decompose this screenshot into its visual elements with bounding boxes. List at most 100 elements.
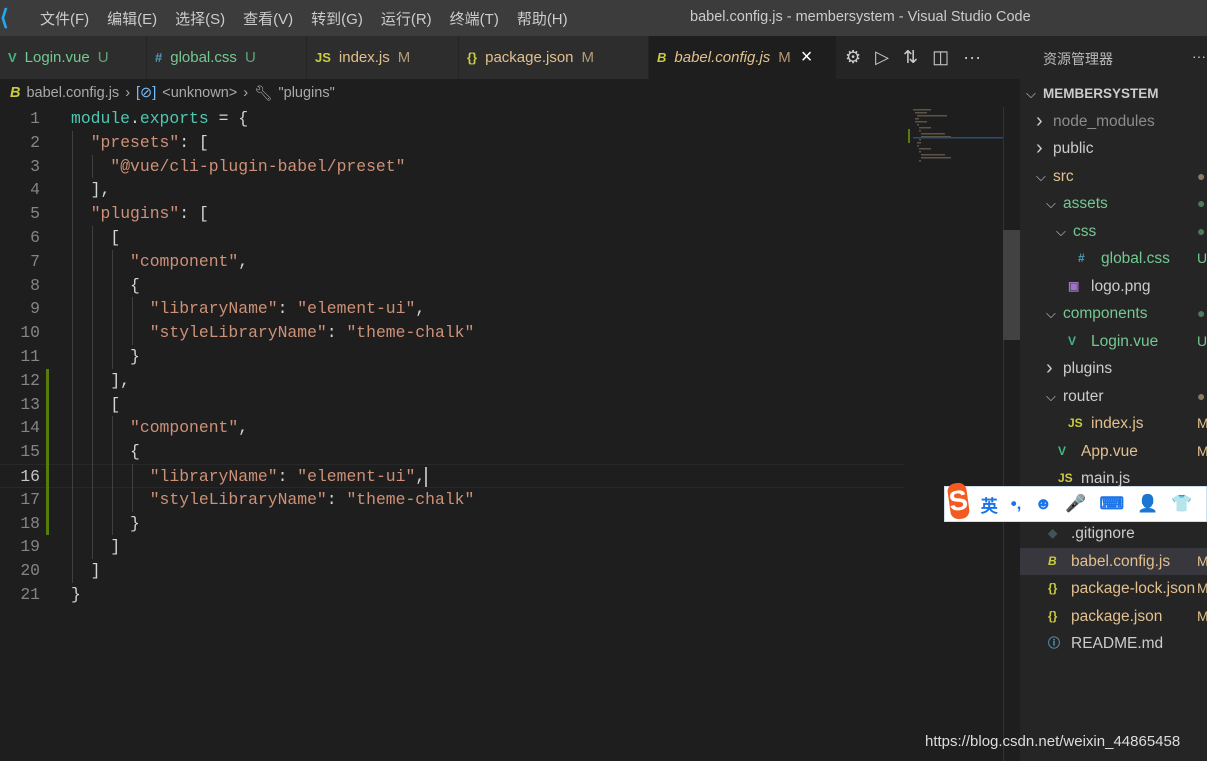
line-number: 14: [20, 418, 40, 438]
code-token: :: [326, 489, 347, 509]
file-icon: ▣: [1068, 278, 1080, 293]
tree-item[interactable]: V App.vue M: [1020, 438, 1207, 465]
file-icon: B: [657, 50, 667, 65]
tree-item[interactable]: › plugins: [1020, 355, 1207, 382]
indent-guide: [112, 416, 113, 536]
debug-icon[interactable]: ⚙: [845, 47, 861, 68]
code-token: ,: [238, 418, 249, 438]
tab-global-css[interactable]: # global.css U: [147, 36, 307, 79]
line-number: 16: [20, 467, 40, 486]
line-number: 6: [30, 228, 40, 247]
code-token: ,: [238, 251, 249, 271]
code-text: ]: [71, 535, 120, 559]
git-status-badge: ●: [1197, 305, 1206, 321]
tree-item-label: node_modules: [1053, 112, 1155, 130]
breadcrumb-symbol[interactable]: <unknown>: [162, 85, 237, 101]
close-tab-icon[interactable]: ×: [801, 46, 813, 69]
tree-item[interactable]: ⌵ components ●: [1020, 300, 1207, 327]
line-number: 15: [20, 442, 40, 462]
vertical-scrollbar[interactable]: [1003, 107, 1020, 761]
ime-item-icon[interactable]: 英: [981, 492, 998, 517]
file-icon: {}: [1048, 608, 1058, 623]
tab-label: index.js: [338, 49, 390, 66]
menu-item[interactable]: 编辑(E): [107, 8, 157, 29]
tree-item[interactable]: › node_modules: [1020, 108, 1207, 135]
code-token: .: [130, 109, 140, 128]
code-token: ],: [71, 370, 131, 390]
code-text: ],: [71, 178, 111, 202]
tree-item[interactable]: {} package.json M: [1020, 603, 1207, 630]
menu-item[interactable]: 运行(R): [381, 8, 432, 29]
watermark: https://blog.csdn.net/weixin_44865458: [925, 733, 1181, 750]
tree-item-label: plugins: [1063, 360, 1113, 377]
ime-item-icon[interactable]: 👤: [1137, 494, 1158, 514]
code-text: }: [71, 345, 140, 369]
tab-package-json[interactable]: {} package.json M: [459, 36, 649, 79]
split-editor-icon[interactable]: ◫: [932, 47, 949, 68]
menu-item[interactable]: 文件(F): [40, 8, 89, 29]
scrollbar-thumb[interactable]: [1003, 230, 1020, 340]
code-token: : [: [179, 204, 209, 224]
code-token: ,: [415, 299, 426, 319]
code-token: :: [277, 299, 298, 319]
code-line: 13 [: [0, 393, 905, 417]
code-line: 19 ]: [0, 535, 905, 559]
tree-item[interactable]: {} package-lock.json M: [1020, 575, 1207, 602]
tree-item[interactable]: ▣ logo.png: [1020, 273, 1207, 300]
breadcrumb-key[interactable]: "plugins": [279, 85, 335, 101]
line-number: 13: [20, 394, 40, 414]
ime-item-icon[interactable]: ☻: [1034, 494, 1052, 514]
ime-item-icon[interactable]: 👕: [1171, 494, 1192, 514]
code-token: "element-ui": [297, 467, 416, 486]
ime-item-icon[interactable]: •,: [1011, 494, 1022, 514]
title-bar: ⟨ 文件(F) 编辑(E) 选择(S) 查看(V) 转到(G) 运行(R) 终端(T) 帮助(…: [0, 0, 1207, 36]
code-text: ]: [71, 559, 101, 583]
code-editor[interactable]: 1 module.exports = {2 "presets": [3 "@vue…: [0, 107, 1003, 761]
menu-item[interactable]: 终端(T): [450, 8, 499, 29]
ime-item-icon[interactable]: ⌨: [1099, 494, 1124, 514]
tree-item[interactable]: JS index.js M: [1020, 410, 1207, 437]
tree-item[interactable]: # global.css U: [1020, 245, 1207, 272]
code-token: "component": [130, 418, 239, 438]
code-token: "theme-chalk": [346, 323, 475, 343]
menu-item[interactable]: 转到(G): [311, 8, 363, 29]
file-icon: ◆: [1048, 526, 1058, 540]
tree-item[interactable]: ◆ .gitignore: [1020, 520, 1207, 547]
tree-item-label: Login.vue: [1091, 332, 1159, 350]
ime-item-icon[interactable]: 🎤: [1065, 494, 1086, 514]
compare-changes-icon[interactable]: ⇅: [903, 47, 918, 68]
chevron-down-icon: ⌵: [1046, 306, 1056, 321]
breadcrumb-file[interactable]: babel.config.js: [26, 85, 119, 101]
tab-babel-config-js[interactable]: Bbabel.config.js M ×: [649, 36, 837, 79]
code-token: :: [277, 467, 298, 486]
tree-item-label: App.vue: [1081, 442, 1138, 460]
tree-item[interactable]: ⓘ README.md: [1020, 630, 1207, 657]
code-text: "@vue/cli-plugin-babel/preset": [71, 155, 405, 179]
code-line: 9 "libraryName": "element-ui",: [0, 297, 905, 321]
tab-login-vue[interactable]: V Login.vue U: [0, 36, 147, 79]
run-icon[interactable]: ▷: [875, 47, 889, 68]
menu-item[interactable]: 帮助(H): [517, 8, 568, 29]
code-text: [: [71, 393, 120, 417]
file-icon: {}: [467, 50, 478, 65]
menu-item[interactable]: 查看(V): [243, 8, 293, 29]
tree-item[interactable]: Bbabel.config.js M: [1020, 547, 1207, 575]
indent-guide: [92, 154, 93, 179]
menu-item[interactable]: 选择(S): [175, 8, 225, 29]
tree-item[interactable]: ⌵ assets ●: [1020, 190, 1207, 217]
tree-item[interactable]: ⌵ css ●: [1020, 218, 1207, 245]
more-icon[interactable]: ···: [1192, 48, 1206, 64]
more-actions-icon[interactable]: ···: [963, 47, 981, 68]
indent-guide: [132, 297, 133, 345]
tree-item-label: css: [1073, 222, 1097, 240]
tab-index-js[interactable]: JS index.js M: [307, 36, 459, 79]
tree-item[interactable]: V Login.vue U: [1020, 328, 1207, 355]
minimap[interactable]: [905, 107, 1003, 761]
tab-status: U: [97, 49, 109, 66]
tree-item[interactable]: ⌵ router ●: [1020, 383, 1207, 410]
tree-item[interactable]: › public: [1020, 135, 1207, 162]
line-number: 11: [20, 347, 40, 366]
tree-item[interactable]: ⌵ MEMBERSYSTEM: [1020, 80, 1207, 107]
indent-guide: [132, 464, 133, 512]
tree-item[interactable]: ⌵ src ●: [1020, 163, 1207, 190]
